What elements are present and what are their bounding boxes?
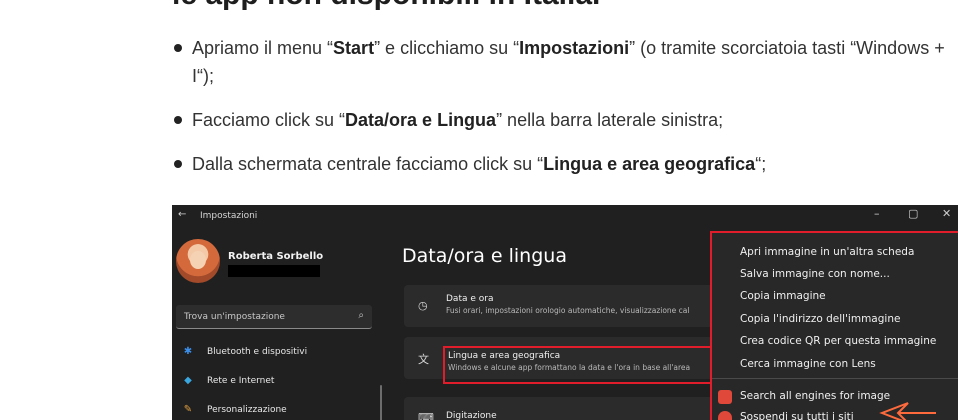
bullet-text: Dalla schermata centrale facciamo click … <box>192 154 544 174</box>
window-titlebar: ← Impostazioni – ▢ ✕ <box>172 205 958 227</box>
bullet-bold: Start <box>333 38 375 58</box>
menu-item-label: Cerca immagine con Lens <box>740 358 876 370</box>
menu-item-label: Salva immagine con nome... <box>740 268 890 280</box>
menu-item-label: Sospendi su tutti i siti <box>740 411 854 420</box>
menu-item-search-lens[interactable]: Cerca immagine con Lens <box>712 354 958 376</box>
wifi-icon: ◆ <box>184 375 192 386</box>
list-item: Apriamo il menu “Start” e clicchiamo su … <box>172 34 952 90</box>
menu-item-label: Apri immagine in un'altra scheda <box>740 246 915 258</box>
bullet-text: ” nella barra laterale sinistra; <box>496 110 724 130</box>
bullet-bold: Data/ora e Lingua <box>345 110 497 130</box>
sidebar-scrollbar[interactable] <box>380 385 382 420</box>
card-date-time[interactable]: ◷ Data e ora Fusi orari, impostazioni or… <box>404 285 734 327</box>
avatar <box>176 239 220 283</box>
menu-item-open-new-tab[interactable]: Apri immagine in un'altra scheda <box>712 242 958 264</box>
settings-search-input[interactable]: Trova un'impostazione ⌕ <box>176 305 372 329</box>
menu-item-label: Crea codice QR per questa immagine <box>740 335 937 347</box>
bullet-text: Facciamo click su “ <box>192 110 346 130</box>
menu-item-label: Search all engines for image <box>740 390 891 402</box>
bullet-text: “; <box>755 154 767 174</box>
minimize-icon[interactable]: – <box>874 207 880 220</box>
camera-icon <box>718 390 732 404</box>
close-icon[interactable]: ✕ <box>942 207 951 220</box>
highlight-box <box>443 346 733 384</box>
back-arrow-icon[interactable]: ← <box>178 209 186 220</box>
bullet-text: ” e clicchiamo su “ <box>374 38 520 58</box>
menu-item-qr-code[interactable]: Crea codice QR per questa immagine <box>712 331 958 353</box>
search-icon[interactable]: ⌕ <box>358 310 364 321</box>
card-title: Digitazione <box>446 411 497 420</box>
search-placeholder: Trova un'impostazione <box>184 312 285 322</box>
clock-icon: ◷ <box>418 299 428 312</box>
menu-item-copy-image[interactable]: Copia immagine <box>712 286 958 308</box>
card-title: Data e ora <box>446 294 494 304</box>
sidebar-item-label: Bluetooth e dispositivi <box>207 347 308 357</box>
bluetooth-icon: ✱ <box>183 346 193 357</box>
sidebar-item-label: Rete e Internet <box>207 376 275 386</box>
list-item: Dalla schermata centrale facciamo click … <box>172 150 952 178</box>
hand-icon <box>718 411 732 420</box>
keyboard-icon: ⌨ <box>418 411 434 420</box>
brush-icon: ✎ <box>183 404 193 415</box>
card-subtitle: Fusi orari, impostazioni orologio automa… <box>446 306 690 315</box>
article-heading: le app non disponibili in Italia. <box>172 0 600 12</box>
sidebar-item-personalization[interactable]: ✎ Personalizzazione <box>180 401 370 420</box>
redacted-email <box>228 265 320 277</box>
card-typing[interactable]: ⌨ Digitazione <box>404 397 734 420</box>
pointer-arrow-icon <box>879 402 936 420</box>
menu-item-save-image[interactable]: Salva immagine con nome... <box>712 264 958 286</box>
bullet-text: Apriamo il menu “ <box>192 38 334 58</box>
menu-item-copy-image-address[interactable]: Copia l'indirizzo dell'immagine <box>712 309 958 331</box>
sidebar-item-network[interactable]: ◆ Rete e Internet <box>180 372 370 394</box>
maximize-icon[interactable]: ▢ <box>908 207 918 220</box>
window-title: Impostazioni <box>200 211 258 221</box>
sidebar-item-label: Personalizzazione <box>207 405 287 415</box>
instruction-list: Apriamo il menu “Start” e clicchiamo su … <box>172 34 952 194</box>
page-title: Data/ora e lingua <box>402 245 567 267</box>
settings-screenshot[interactable]: ← Impostazioni – ▢ ✕ Roberta Sorbello Tr… <box>172 205 958 420</box>
bullet-bold: Lingua e area geografica <box>543 154 756 174</box>
menu-item-label: Copia l'indirizzo dell'immagine <box>740 313 901 325</box>
list-item: Facciamo click su “Data/ora e Lingua” ne… <box>172 106 952 134</box>
context-menu: Apri immagine in un'altra scheda Salva i… <box>710 231 958 420</box>
bullet-bold: Impostazioni <box>519 38 630 58</box>
user-name: Roberta Sorbello <box>228 251 324 262</box>
menu-separator <box>712 378 958 379</box>
language-icon: 文 <box>418 353 429 366</box>
sidebar-item-bluetooth[interactable]: ✱ Bluetooth e dispositivi <box>180 343 370 365</box>
menu-item-label: Copia immagine <box>740 290 826 302</box>
